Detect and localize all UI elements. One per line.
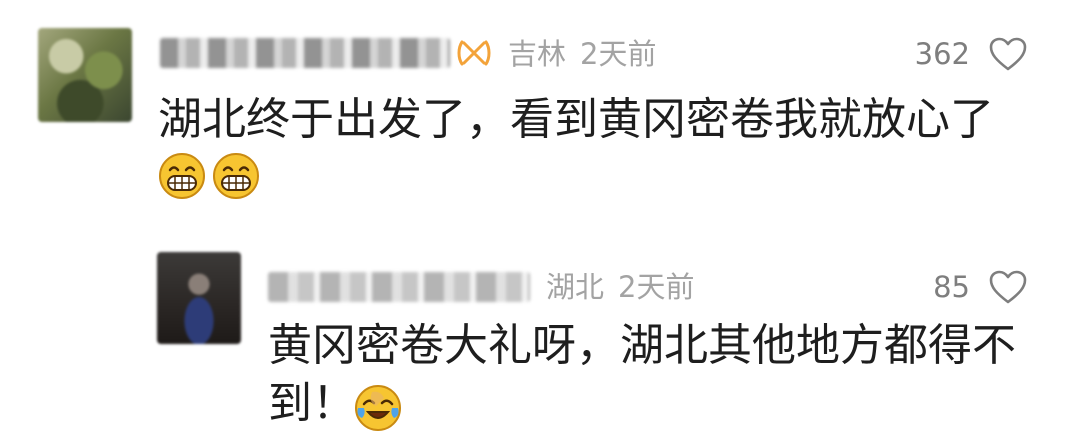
avatar[interactable] [157, 252, 241, 344]
like-count: 362 [914, 37, 970, 71]
reply-text-line-1: 黄冈密卷大礼呀，湖北其他地方都得不 [268, 320, 1016, 371]
grinning-face-icon [159, 153, 205, 199]
comment-text: 湖北终于出发了，看到黄冈密卷我就放心了 [158, 94, 994, 145]
grinning-face-icon [213, 153, 259, 199]
location-text: 湖北 [546, 270, 605, 304]
avatar[interactable] [38, 28, 132, 122]
reply-text-line-2: 到！ [268, 378, 356, 429]
comment-meta: 湖北 2天前 [546, 272, 694, 302]
tears-of-joy-face-icon [355, 385, 401, 431]
location-text: 吉林 [508, 37, 567, 71]
emoji-row [354, 384, 402, 431]
time-text: 2天前 [618, 270, 695, 304]
vip-badge-icon [457, 40, 491, 66]
username-blurred[interactable] [268, 272, 530, 302]
emoji-row [158, 152, 260, 200]
time-text: 2天前 [580, 37, 657, 71]
heart-icon[interactable] [988, 36, 1028, 72]
like-count: 85 [933, 270, 970, 304]
username-blurred[interactable] [160, 38, 450, 68]
comment-meta: 吉林 2天前 [508, 39, 656, 69]
comment-thread: 吉林 2天前 362 湖北终于出发了，看到黄冈密卷我就放心了 湖北 2天前 85… [0, 0, 1080, 431]
heart-icon[interactable] [988, 269, 1028, 305]
